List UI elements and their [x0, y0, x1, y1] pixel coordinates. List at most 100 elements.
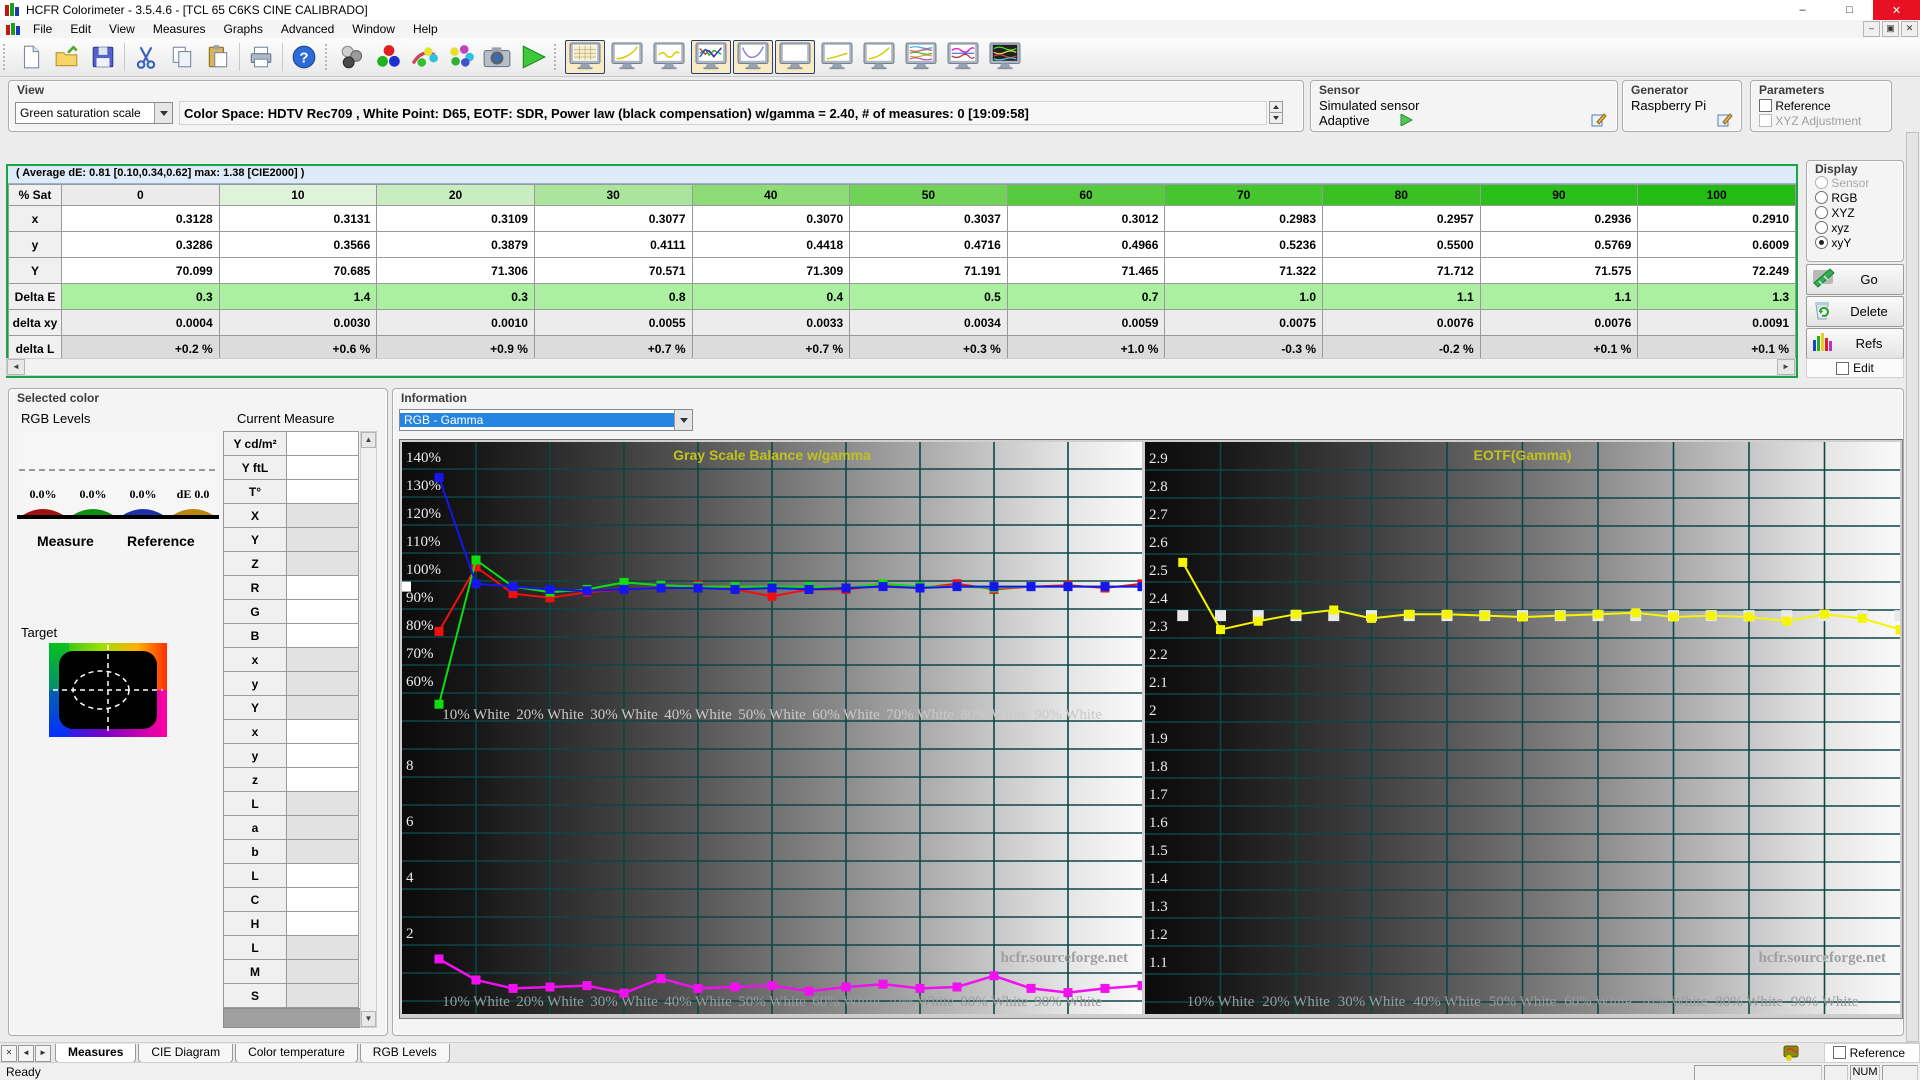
cell[interactable]: 1.1: [1322, 283, 1481, 310]
cm-row[interactable]: Y: [223, 695, 359, 720]
contrast-monitor-button[interactable]: [817, 40, 857, 74]
cell[interactable]: 70.571: [533, 257, 693, 284]
cell[interactable]: 0.3: [61, 283, 220, 310]
cut-button[interactable]: [129, 40, 163, 74]
save-button[interactable]: [86, 40, 120, 74]
cell[interactable]: 0.0075: [1164, 309, 1323, 336]
scroll-left-button[interactable]: ◄: [7, 359, 25, 375]
cm-row[interactable]: Y ftL: [223, 455, 359, 480]
minimize-button[interactable]: –: [1779, 0, 1826, 20]
cm-row[interactable]: H: [223, 911, 359, 936]
table-row-delta-xy[interactable]: delta xy 0.0004 0.0030 0.0010 0.0055 0.0033 0.…: [8, 309, 1796, 336]
cell[interactable]: 71.465: [1006, 257, 1166, 284]
menu-advanced[interactable]: Advanced: [272, 20, 343, 38]
cell[interactable]: 0.0091: [1637, 309, 1796, 336]
tab-rgb-levels[interactable]: RGB Levels: [359, 1043, 450, 1063]
bottom-reference-checkbox[interactable]: Reference: [1824, 1043, 1920, 1063]
close-button[interactable]: ✕: [1873, 0, 1920, 20]
cell[interactable]: 0.0033: [691, 309, 851, 336]
cell[interactable]: 0.3109: [376, 205, 535, 232]
edit-checkbox-box[interactable]: [1836, 361, 1850, 375]
cell[interactable]: 0.2936: [1479, 205, 1639, 232]
measures-grid-monitor-button[interactable]: [565, 40, 605, 74]
cm-row[interactable]: R: [223, 575, 359, 600]
right-edge-scrollbar[interactable]: [1906, 132, 1919, 1042]
tab-measures[interactable]: Measures: [55, 1043, 137, 1063]
cell[interactable]: 0.5: [849, 283, 1008, 310]
cell[interactable]: 71.322: [1164, 257, 1323, 284]
cell[interactable]: 0.3286: [61, 231, 220, 258]
graph-select[interactable]: RGB - Gamma: [399, 409, 693, 431]
delete-button[interactable]: Delete: [1806, 296, 1904, 327]
cm-row[interactable]: y: [223, 671, 359, 696]
cell[interactable]: 0.3070: [691, 205, 851, 232]
cm-scroll-up-button[interactable]: ▲: [361, 432, 376, 448]
print-button[interactable]: [244, 40, 278, 74]
scale-select[interactable]: Green saturation scale: [15, 102, 173, 124]
cell[interactable]: 0.0010: [376, 309, 535, 336]
cell[interactable]: 1.4: [218, 283, 378, 310]
cm-row[interactable]: T°: [223, 479, 359, 504]
cm-row[interactable]: z: [223, 767, 359, 792]
camera-button[interactable]: [480, 40, 514, 74]
mdi-close-button[interactable]: ✕: [1901, 21, 1918, 37]
cm-row[interactable]: Z: [223, 551, 359, 576]
cell[interactable]: 0.2983: [1164, 205, 1323, 232]
cm-row[interactable]: G: [223, 599, 359, 624]
table-row-delta-e[interactable]: Delta E 0.3 1.4 0.3 0.8 0.4 0.5 0.7 1.0 1.1 1.1 1.3: [8, 283, 1796, 310]
cell[interactable]: 0.7: [1006, 283, 1166, 310]
multiline-monitor-button[interactable]: [901, 40, 941, 74]
cell[interactable]: 0.5500: [1322, 231, 1481, 258]
table-row-y[interactable]: y 0.3286 0.3566 0.3879 0.4111 0.4418 0.4716 0.4…: [8, 231, 1796, 258]
display-radio-rgb[interactable]: RGB: [1815, 191, 1903, 206]
generator-config-icon[interactable]: [1717, 112, 1733, 127]
cell[interactable]: 0.3077: [533, 205, 693, 232]
sensor-run-icon[interactable]: [1399, 114, 1413, 126]
cell[interactable]: 0.3131: [218, 205, 378, 232]
nearblack-curve-monitor-button[interactable]: [649, 40, 689, 74]
cell[interactable]: 0.5769: [1479, 231, 1639, 258]
open-folder-button[interactable]: [50, 40, 84, 74]
cm-row[interactable]: y: [223, 743, 359, 768]
cell[interactable]: 0.0076: [1479, 309, 1639, 336]
cell[interactable]: 72.249: [1637, 257, 1796, 284]
cell[interactable]: 0.4111: [533, 231, 693, 258]
cm-row[interactable]: C: [223, 887, 359, 912]
cell[interactable]: 0.8: [533, 283, 693, 310]
cell[interactable]: 0.4716: [849, 231, 1008, 258]
cell[interactable]: 71.309: [691, 257, 851, 284]
reference-checkbox-box[interactable]: [1759, 99, 1772, 112]
cell[interactable]: 0.6009: [1637, 231, 1796, 258]
new-file-button[interactable]: [14, 40, 48, 74]
display-radio-xyz[interactable]: xyz: [1815, 221, 1903, 236]
scale-select-arrow[interactable]: [154, 103, 172, 123]
scroll-right-button[interactable]: ►: [1777, 359, 1795, 375]
cie-diagram-monitor-button[interactable]: [775, 40, 815, 74]
colorchecker-balls-button[interactable]: [444, 40, 478, 74]
cm-row[interactable]: L: [223, 791, 359, 816]
primaries-balls-button[interactable]: [372, 40, 406, 74]
cell[interactable]: 0.3879: [376, 231, 535, 258]
measures-spinner[interactable]: [1269, 101, 1283, 124]
copy-button[interactable]: [165, 40, 199, 74]
saturation-balls-button[interactable]: [408, 40, 442, 74]
run-measure-button[interactable]: [516, 40, 550, 74]
menu-measures[interactable]: Measures: [144, 20, 215, 38]
gamma-curve-monitor-button[interactable]: [607, 40, 647, 74]
cell[interactable]: 0.4418: [691, 231, 851, 258]
current-measure-scrollbar[interactable]: ▲ ▼: [360, 431, 377, 1028]
maximize-button[interactable]: □: [1826, 0, 1873, 20]
tabnav-close-button[interactable]: ✕: [1, 1044, 17, 1062]
menu-file[interactable]: File: [24, 20, 61, 38]
dark-multiline-monitor-button[interactable]: [985, 40, 1025, 74]
display-radio-xyz[interactable]: XYZ: [1815, 206, 1903, 221]
cell[interactable]: 71.191: [849, 257, 1008, 284]
table-row-y[interactable]: Y 70.099 70.685 71.306 70.571 71.309 71.191 71.…: [8, 257, 1796, 284]
reference-checkbox[interactable]: Reference: [1759, 99, 1831, 113]
table-horizontal-scrollbar[interactable]: ◄ ►: [6, 358, 1796, 376]
cell[interactable]: 0.5236: [1164, 231, 1323, 258]
cell[interactable]: 0.0034: [849, 309, 1008, 336]
cell[interactable]: 1.3: [1637, 283, 1796, 310]
paste-button[interactable]: [201, 40, 235, 74]
cm-row[interactable]: Y cd/m²: [223, 431, 359, 456]
